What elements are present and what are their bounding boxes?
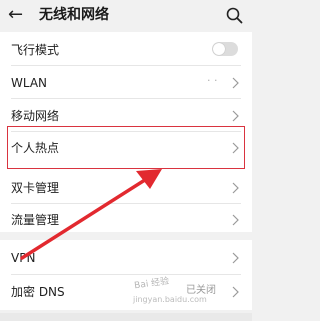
wlan-row[interactable]: WLAN · · bbox=[0, 65, 252, 101]
airplane-mode-label: 飞行模式 bbox=[11, 43, 60, 57]
bottom-edge bbox=[0, 313, 252, 321]
toggle-knob bbox=[213, 43, 225, 55]
settings-group-security: VPN 加密 DNS 已关闭 bbox=[0, 240, 252, 310]
wlan-label: WLAN bbox=[11, 76, 48, 90]
encrypted-dns-label: 加密 DNS bbox=[11, 285, 65, 299]
page-title: 无线和网络 bbox=[39, 7, 109, 23]
chevron-right-icon bbox=[232, 214, 239, 226]
airplane-mode-row[interactable]: 飞行模式 bbox=[0, 32, 252, 68]
wlan-status: · · bbox=[207, 74, 218, 87]
vpn-row[interactable]: VPN bbox=[0, 240, 252, 276]
search-icon[interactable] bbox=[225, 6, 245, 26]
chevron-right-icon bbox=[232, 252, 239, 264]
dual-sim-row[interactable]: 双卡管理 bbox=[0, 170, 252, 206]
dual-sim-label: 双卡管理 bbox=[11, 181, 60, 195]
vpn-label: VPN bbox=[11, 251, 36, 265]
data-usage-label: 流量管理 bbox=[11, 213, 60, 227]
chevron-right-icon bbox=[232, 77, 239, 89]
mobile-network-label: 移动网络 bbox=[11, 109, 60, 123]
data-usage-row[interactable]: 流量管理 bbox=[0, 202, 252, 238]
airplane-mode-toggle[interactable] bbox=[212, 42, 238, 56]
top-bar: ← 无线和网络 bbox=[0, 0, 252, 32]
chevron-right-icon bbox=[232, 182, 239, 194]
encrypted-dns-row[interactable]: 加密 DNS 已关闭 bbox=[0, 274, 252, 310]
back-arrow-icon[interactable]: ← bbox=[8, 3, 23, 27]
highlight-box bbox=[7, 126, 245, 169]
watermark-url: jingyan.baidu.com bbox=[133, 295, 207, 304]
chevron-right-icon bbox=[232, 110, 239, 122]
chevron-right-icon bbox=[232, 286, 239, 298]
